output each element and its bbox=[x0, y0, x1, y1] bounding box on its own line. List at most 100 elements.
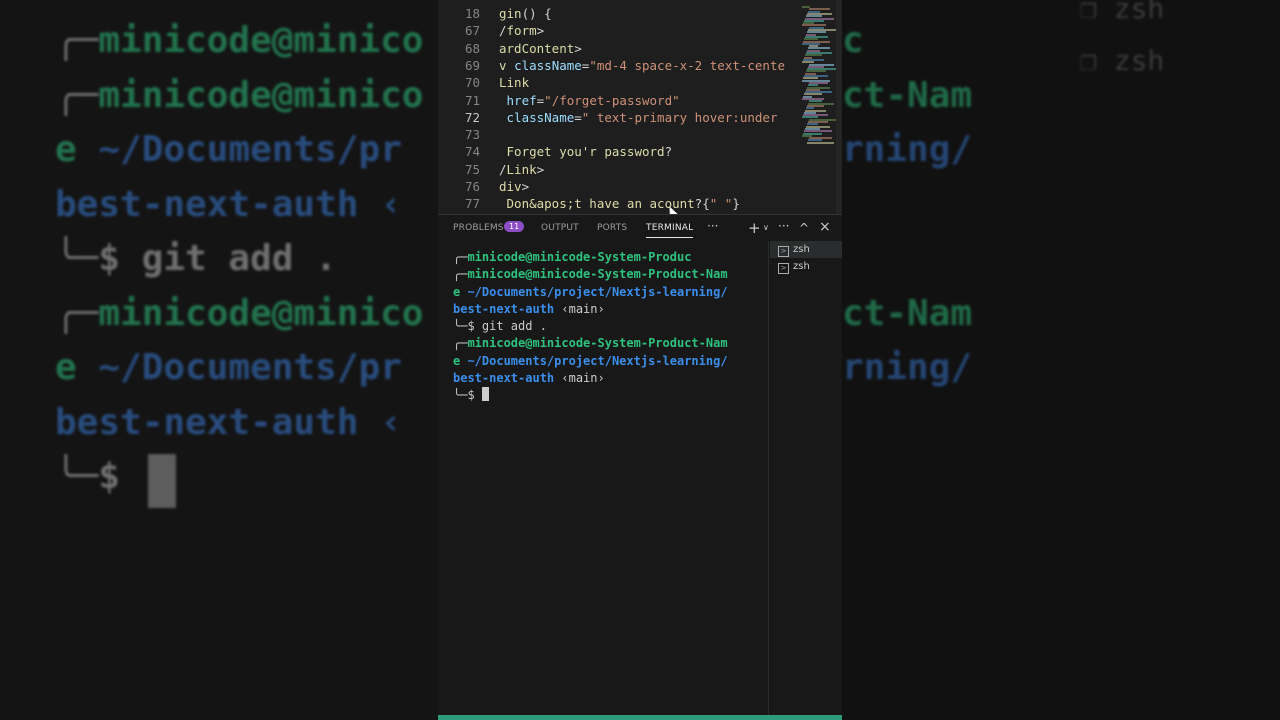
prompt-user: e bbox=[55, 347, 77, 388]
line-number-gutter: 18 67 68 69 70 71 72 73 74 75 76 77 bbox=[438, 0, 488, 214]
vscode-window: 18 67 68 69 70 71 72 73 74 75 76 77 gin() {/form> ar… bbox=[438, 0, 842, 720]
background-terminal-line: c bbox=[842, 14, 864, 68]
panel-more-actions-icon[interactable]: ··· bbox=[778, 219, 789, 233]
line-number: 72 bbox=[464, 109, 480, 125]
terminal-icon: ❐ bbox=[1080, 0, 1114, 25]
tab-ports[interactable]: PORTS bbox=[597, 223, 627, 233]
background-terminal-tab: ❐ zsh bbox=[1080, 44, 1164, 77]
editor-scrollbar[interactable] bbox=[836, 0, 842, 214]
prompt-path: best-next-auth ‹ bbox=[55, 401, 402, 443]
prompt-user: minicode@minicode-System-Product-Nam bbox=[467, 267, 728, 282]
code-line[interactable]: gin() { bbox=[499, 5, 552, 22]
prompt-path: rning/ bbox=[842, 347, 973, 388]
terminal-session-label: zsh bbox=[793, 244, 810, 255]
terminal-session-label: zsh bbox=[1113, 44, 1165, 77]
background-terminal-line: rning/ bbox=[842, 341, 972, 395]
tab-output[interactable]: OUTPUT bbox=[541, 223, 579, 233]
problems-count-badge: 11 bbox=[504, 221, 525, 232]
background-terminal-line: ╭─minicode@minico bbox=[55, 69, 423, 123]
prompt-prefix: ╰─$ bbox=[453, 319, 482, 334]
background-right-terminal: c ct-Nam rning/ct-Nam rning/❐ zsh ❐ zsh bbox=[842, 0, 1280, 720]
terminal-line: ╭─minicode@minicode-System-Product-Nam bbox=[453, 266, 773, 283]
background-terminal-tab: ❐ zsh bbox=[1080, 0, 1164, 25]
prompt-user: minicode@minico bbox=[98, 20, 424, 61]
terminal-session-item[interactable]: > zsh bbox=[770, 258, 842, 275]
new-terminal-icon[interactable]: + bbox=[748, 219, 761, 237]
prompt-user: e bbox=[55, 129, 77, 170]
background-terminal-line: best-next-auth ‹ bbox=[55, 396, 402, 450]
code-line[interactable]: Don&apos;t have an acount?{" "} bbox=[499, 195, 740, 212]
code-line[interactable]: /form> bbox=[499, 22, 544, 39]
code-editor[interactable]: 18 67 68 69 70 71 72 73 74 75 76 77 gin() {/form> ar… bbox=[438, 0, 842, 220]
prompt-branch: ‹main› bbox=[554, 371, 605, 386]
background-right: c ct-Nam rning/ct-Nam rning/❐ zsh ❐ zsh bbox=[842, 0, 1280, 720]
terminal-cursor bbox=[481, 387, 489, 402]
terminal-line: ╭─minicode@minicode-System-Product-Nam bbox=[453, 335, 773, 352]
terminal-line: e ~/Documents/project/Nextjs-learning/ bbox=[453, 353, 773, 370]
minimap[interactable] bbox=[800, 0, 838, 214]
prompt-path: ~/Documents/project/Nextjs-learning/ bbox=[460, 284, 728, 299]
terminal-line: ╰─$ git add . bbox=[453, 318, 773, 335]
terminal-session-label: zsh bbox=[1113, 0, 1165, 25]
background-left: ╭─minicode@minico ╭─minicode@minico e ~/Do… bbox=[0, 0, 438, 720]
prompt-path: best-next-auth bbox=[453, 301, 555, 316]
maximize-panel-icon[interactable]: ^ bbox=[799, 221, 809, 235]
prompt-path: ~/Documents/pr bbox=[76, 129, 402, 170]
prompt-branch: ‹main› bbox=[554, 301, 605, 316]
code-line[interactable]: Link bbox=[499, 74, 529, 91]
background-terminal-line: rning/ bbox=[842, 123, 972, 177]
line-number: 18 bbox=[464, 6, 480, 21]
terminal-line: best-next-auth ‹main› bbox=[453, 301, 773, 318]
tab-problems[interactable]: PROBLEMS bbox=[453, 223, 504, 233]
terminal-session-item[interactable]: > zsh bbox=[770, 241, 842, 258]
more-tabs-icon[interactable]: ··· bbox=[707, 219, 718, 233]
prompt-prefix: ╭─ bbox=[55, 20, 99, 61]
line-number: 76 bbox=[464, 179, 480, 194]
prompt-path: ~/Documents/project/Nextjs-learning/ bbox=[460, 353, 728, 368]
terminal-icon: > bbox=[778, 246, 789, 257]
line-number: 75 bbox=[464, 161, 480, 177]
minimap-line bbox=[807, 141, 834, 144]
background-terminal-line: ct-Nam bbox=[842, 69, 972, 123]
tab-terminal[interactable]: TERMINAL bbox=[646, 223, 694, 238]
terminal-dropdown-icon[interactable]: ∨ bbox=[763, 223, 769, 232]
line-number: 74 bbox=[464, 144, 480, 160]
line-number: 70 bbox=[464, 75, 480, 91]
prompt-prefix: ╭─ bbox=[453, 336, 468, 351]
terminal-cursor bbox=[148, 454, 176, 508]
prompt-prefix: ╭─ bbox=[453, 250, 468, 264]
prompt-prefix: ╰─$ bbox=[453, 388, 482, 403]
command-text: git add . bbox=[141, 238, 337, 279]
panel-tabs: PROBLEMS 11 OUTPUT PORTS TERMINAL ··· + … bbox=[438, 215, 842, 241]
code-area[interactable]: gin() {/form> ardContent> v className="md-… bbox=[499, 0, 799, 214]
line-number: 69 bbox=[464, 57, 480, 73]
prompt-path: ~/Documents/pr bbox=[76, 347, 402, 388]
prompt-path: best-next-auth ‹ bbox=[55, 183, 402, 225]
prompt-user: c bbox=[842, 20, 864, 61]
prompt-prefix: ╭─ bbox=[55, 74, 99, 116]
prompt-path: rning/ bbox=[842, 129, 973, 170]
line-number: 73 bbox=[464, 127, 480, 143]
code-line[interactable]: href="/forget-password" bbox=[499, 92, 680, 109]
close-panel-icon[interactable]: × bbox=[819, 219, 831, 235]
code-line[interactable]: className=" text-primary hover:under bbox=[499, 109, 778, 126]
status-bar bbox=[438, 715, 842, 720]
terminal-session-label: zsh bbox=[793, 261, 810, 272]
code-line[interactable]: Forget you'r password? bbox=[499, 143, 673, 160]
code-line[interactable]: v className="md-4 space-x-2 text-cente bbox=[499, 57, 785, 74]
code-line[interactable]: div> bbox=[499, 178, 529, 195]
terminal-line: ╰─$ bbox=[453, 387, 773, 404]
line-number: 68 bbox=[464, 40, 480, 56]
terminal-output[interactable]: ╭─minicode@minicode-System-Produc ╭─minic… bbox=[453, 249, 773, 405]
background-terminal-line: ╰─$ git add . bbox=[55, 232, 337, 286]
prompt-user: ct-Nam bbox=[842, 74, 973, 116]
background-terminal-line: best-next-auth ‹ bbox=[55, 178, 402, 232]
code-line[interactable]: /Link> bbox=[499, 161, 544, 178]
background-terminal-line: e ~/Documents/pr bbox=[55, 341, 402, 395]
prompt-user: minicode@minico bbox=[98, 292, 424, 334]
command-text: git add . bbox=[481, 319, 547, 334]
bottom-panel: PROBLEMS 11 OUTPUT PORTS TERMINAL ··· + … bbox=[438, 214, 842, 720]
terminal-line: e ~/Documents/project/Nextjs-learning/ bbox=[453, 284, 773, 301]
background-terminal-line: e ~/Documents/pr bbox=[55, 123, 402, 177]
code-line[interactable]: ardContent> bbox=[499, 40, 582, 57]
